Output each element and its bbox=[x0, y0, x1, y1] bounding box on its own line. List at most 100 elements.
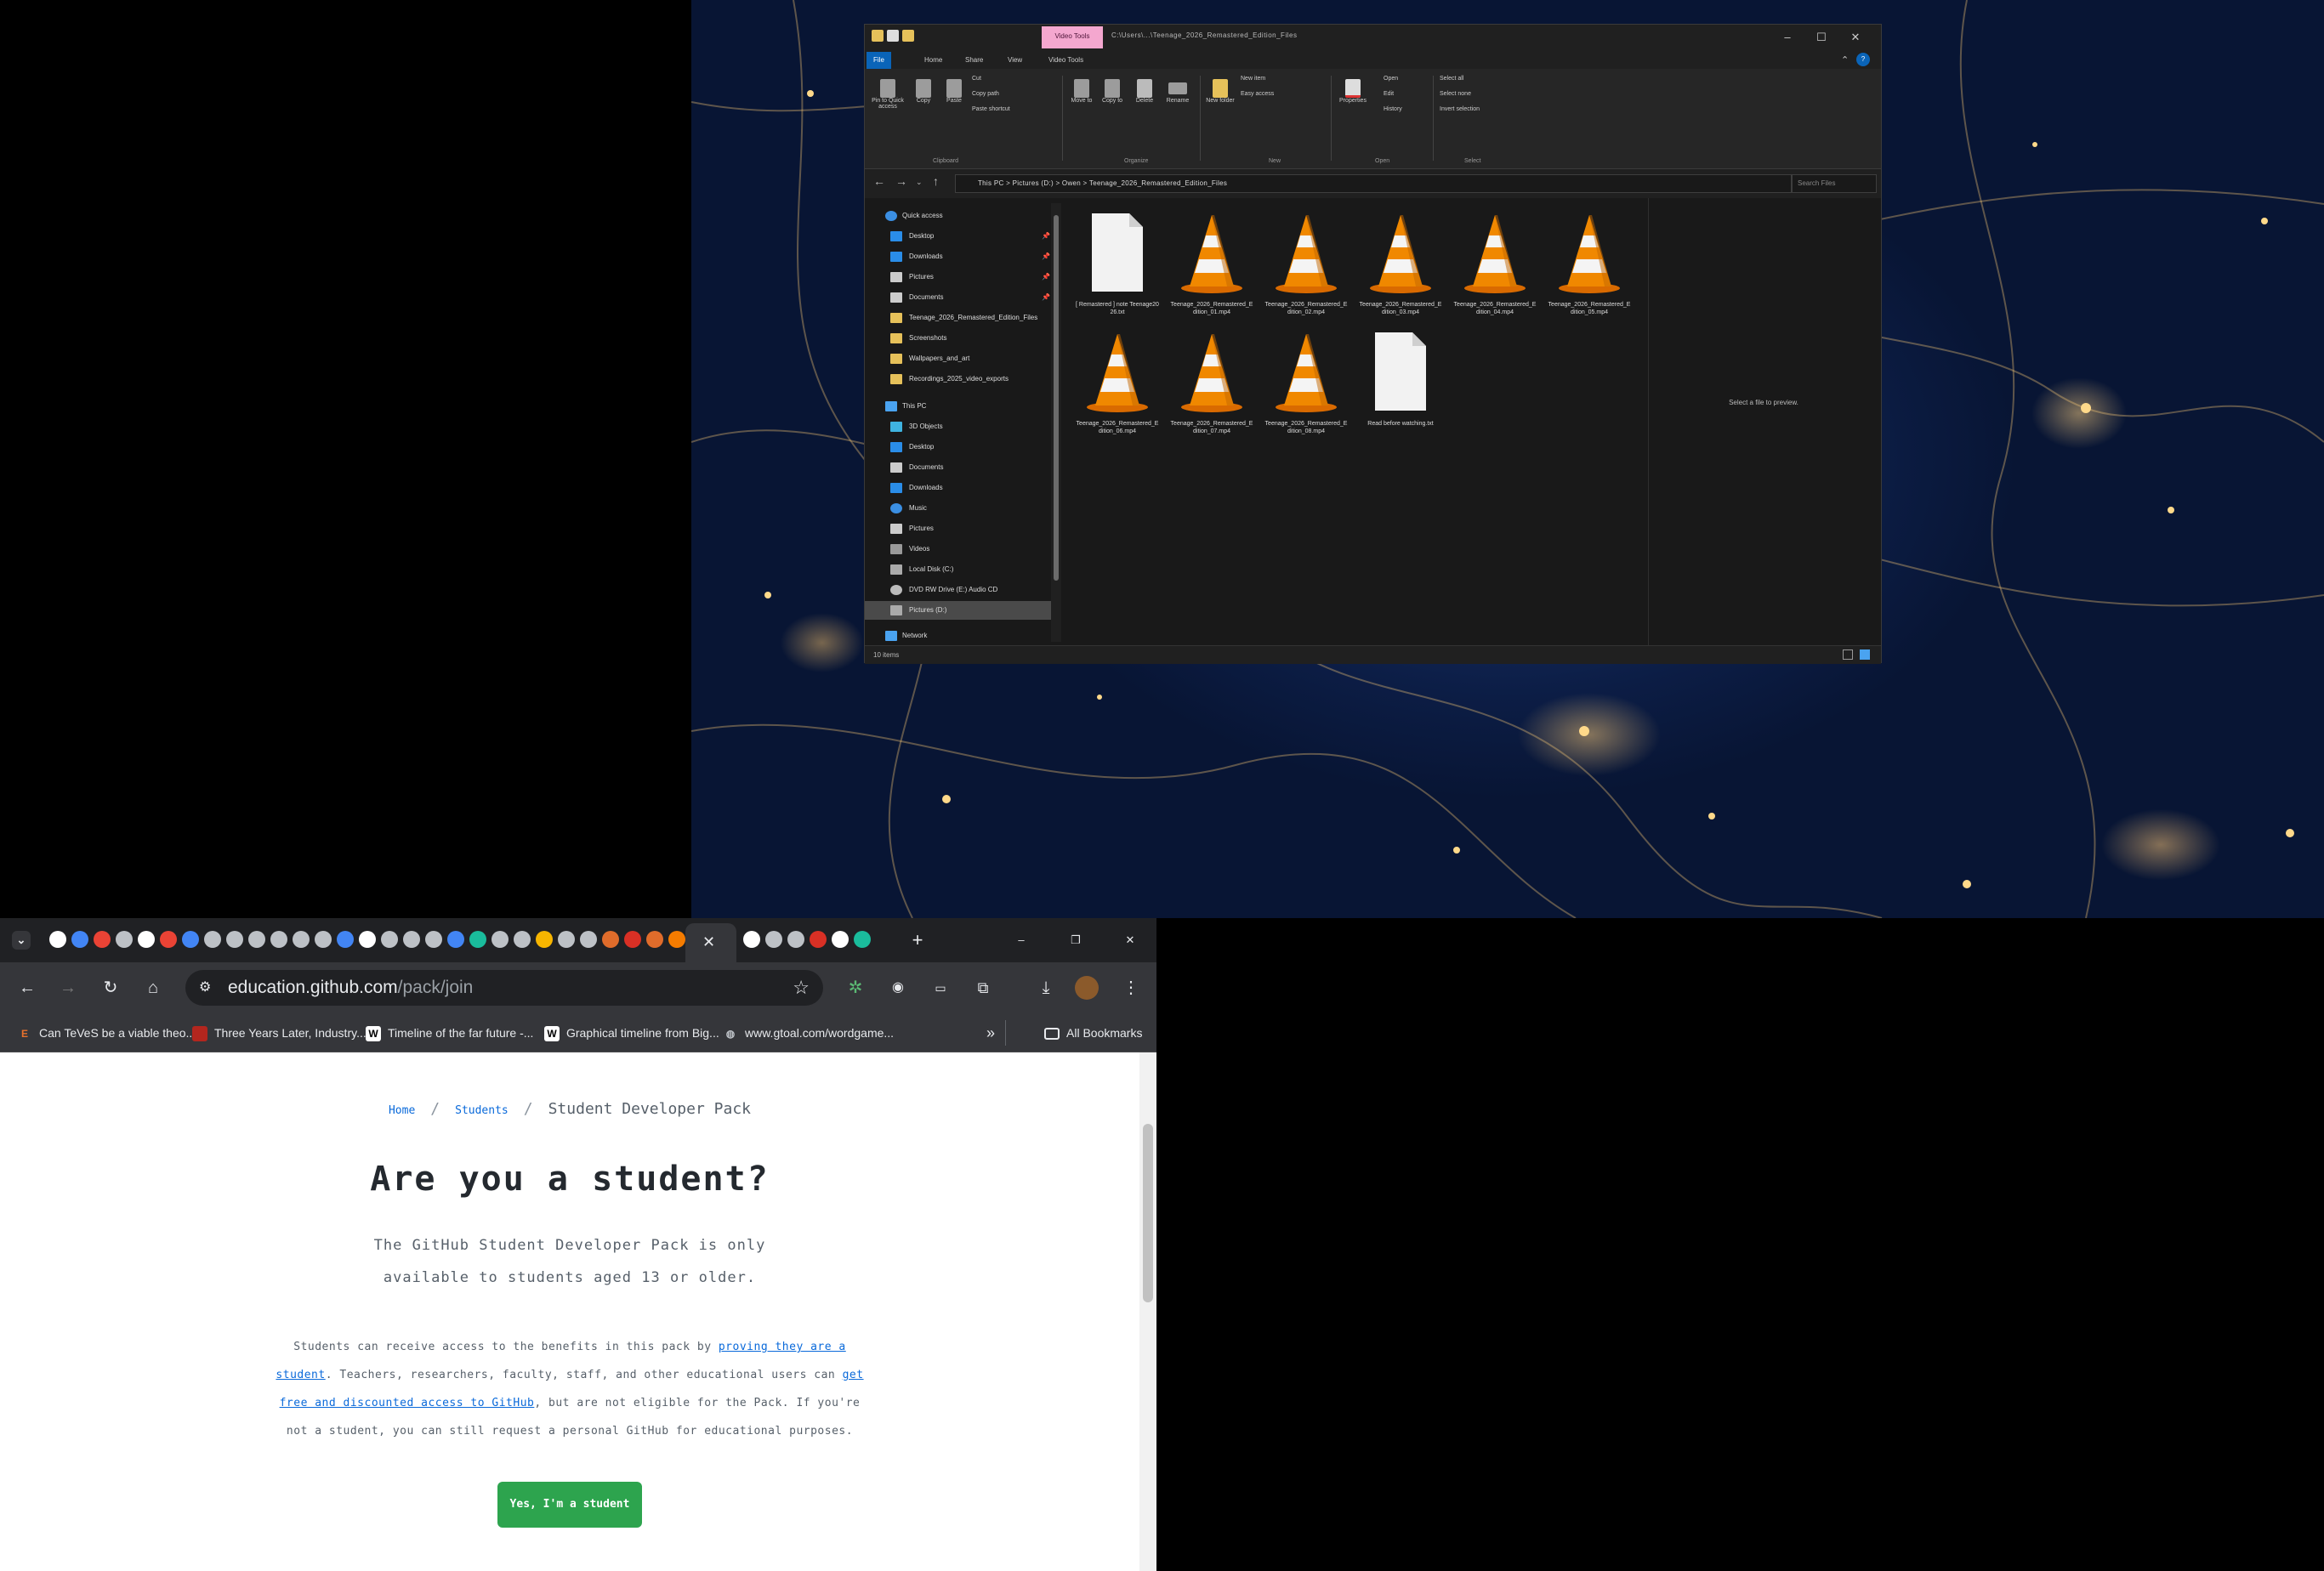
maximize-button[interactable]: ☐ bbox=[1804, 28, 1838, 47]
nav-pc-item[interactable]: DVD RW Drive (E:) Audio CD bbox=[865, 581, 1060, 599]
cut-button[interactable]: Cut bbox=[972, 76, 1031, 82]
tab-favicon-icon[interactable] bbox=[337, 931, 354, 948]
extension-icon[interactable]: ✲ bbox=[842, 974, 869, 1001]
tab-favicon-icon[interactable] bbox=[743, 931, 760, 948]
tab-favicon-icon[interactable] bbox=[580, 931, 597, 948]
move-to-button[interactable]: Move to bbox=[1067, 79, 1096, 104]
close-tab-icon[interactable]: ✕ bbox=[702, 933, 715, 951]
nav-pc-item[interactable]: Videos bbox=[865, 540, 1060, 559]
crumb-students[interactable]: Students bbox=[455, 1104, 509, 1117]
extensions-puzzle-icon[interactable]: ⧉ bbox=[969, 974, 997, 1001]
paste-shortcut-button[interactable]: Paste shortcut bbox=[972, 106, 1031, 112]
copy-to-button[interactable]: Copy to bbox=[1098, 79, 1127, 104]
nav-folder[interactable]: Wallpapers_and_art bbox=[865, 349, 1060, 368]
bookmark-item[interactable]: E Can TeVeS be a viable theo... bbox=[17, 1023, 196, 1043]
paste-button[interactable]: Paste bbox=[940, 79, 969, 104]
nav-scrollbar[interactable] bbox=[1051, 203, 1061, 642]
menu-icon[interactable]: ⋮ bbox=[1117, 974, 1145, 1001]
folder-icon[interactable] bbox=[872, 30, 884, 42]
forward-icon[interactable]: → bbox=[54, 974, 82, 1001]
home-icon[interactable]: ⌂ bbox=[139, 974, 167, 1001]
delete-button[interactable]: Delete bbox=[1130, 79, 1159, 104]
tab-favicon-icon[interactable] bbox=[765, 931, 782, 948]
history-button[interactable]: History bbox=[1384, 106, 1426, 112]
pin-button[interactable]: Pin to Quick access bbox=[870, 79, 906, 110]
site-info-icon[interactable]: ⚙ bbox=[199, 978, 211, 995]
tab-favicon-icon[interactable] bbox=[624, 931, 641, 948]
nav-pc-item[interactable]: 3D Objects bbox=[865, 417, 1060, 436]
tab-favicon-icon[interactable] bbox=[403, 931, 420, 948]
nav-pc-item[interactable]: Local Disk (C:) bbox=[865, 560, 1060, 579]
tab-search-icon[interactable]: ⌄ bbox=[12, 931, 31, 950]
up-arrow-icon[interactable]: ↑ bbox=[933, 174, 939, 188]
video-file-item[interactable]: Teenage_2026_Remastered_Edition_06.mp4 bbox=[1075, 329, 1160, 435]
tab-favicon-icon[interactable] bbox=[315, 931, 332, 948]
nav-folder[interactable]: Screenshots bbox=[865, 329, 1060, 348]
nav-folder[interactable]: Recordings_2025_video_exports bbox=[865, 370, 1060, 388]
tab-favicon-icon[interactable] bbox=[787, 931, 804, 948]
select-all-button[interactable]: Select all bbox=[1440, 76, 1516, 82]
new-item-button[interactable]: New item bbox=[1241, 76, 1300, 82]
tab-view[interactable]: View bbox=[1001, 52, 1029, 69]
bookmark-item[interactable]: Three Years Later, Industry... bbox=[192, 1023, 366, 1043]
cc-icon[interactable]: ▭ bbox=[927, 974, 954, 1001]
tab-favicon-icon[interactable] bbox=[270, 931, 287, 948]
invert-selection-button[interactable]: Invert selection bbox=[1440, 106, 1516, 112]
tab-favicon-icon[interactable] bbox=[810, 931, 827, 948]
nav-pc-item[interactable]: Documents bbox=[865, 458, 1060, 477]
tab-favicon-icon[interactable] bbox=[160, 931, 177, 948]
video-file-item[interactable]: Teenage_2026_Remastered_Edition_07.mp4 bbox=[1169, 329, 1254, 435]
tab-favicon-icon[interactable] bbox=[447, 931, 464, 948]
context-tab-video-tools[interactable]: Video Tools bbox=[1042, 26, 1103, 48]
minimize-button[interactable]: – bbox=[1770, 28, 1804, 47]
chevron-up-icon[interactable]: ⌃ bbox=[1834, 52, 1855, 69]
tab-favicon-icon[interactable] bbox=[293, 931, 310, 948]
more-bookmarks-icon[interactable]: » bbox=[986, 1023, 995, 1043]
back-icon[interactable]: ← bbox=[14, 974, 41, 1001]
yes-student-button[interactable]: Yes, I'm a student bbox=[497, 1482, 642, 1528]
search-input[interactable]: Search Files bbox=[1792, 174, 1877, 193]
select-none-button[interactable]: Select none bbox=[1440, 91, 1516, 97]
tab-favicon-icon[interactable] bbox=[248, 931, 265, 948]
camera-icon[interactable]: ◉ bbox=[884, 974, 912, 1001]
tab-favicon-icon[interactable] bbox=[204, 931, 221, 948]
tab-favicon-icon[interactable] bbox=[832, 931, 849, 948]
tab-favicon-icon[interactable] bbox=[359, 931, 376, 948]
tab-active[interactable]: ✕ bbox=[685, 923, 736, 962]
rename-button[interactable]: Rename bbox=[1161, 79, 1195, 104]
nav-documents[interactable]: Documents 📌 bbox=[865, 288, 1060, 307]
text-file-item[interactable]: Read before watching.txt bbox=[1358, 329, 1443, 428]
tab-favicon-icon[interactable] bbox=[49, 931, 66, 948]
tab-file[interactable]: File bbox=[867, 52, 891, 69]
tab-favicon-icon[interactable] bbox=[646, 931, 663, 948]
tab-favicon-icon[interactable] bbox=[138, 931, 155, 948]
nav-pc-item[interactable]: Downloads bbox=[865, 479, 1060, 497]
restore-icon[interactable]: ❐ bbox=[1066, 931, 1085, 950]
recent-chevron-icon[interactable]: ⌄ bbox=[916, 178, 923, 187]
tab-video-tools[interactable]: Video Tools bbox=[1042, 52, 1090, 69]
video-file-item[interactable]: Teenage_2026_Remastered_Edition_08.mp4 bbox=[1264, 329, 1349, 435]
minimize-icon[interactable]: – bbox=[1012, 931, 1031, 950]
back-arrow-icon[interactable]: ← bbox=[873, 174, 885, 188]
bookmark-item[interactable]: ◍ www.gtoal.com/wordgame... bbox=[723, 1023, 894, 1043]
tab-home[interactable]: Home bbox=[918, 52, 949, 69]
all-bookmarks-folder[interactable]: All Bookmarks bbox=[1044, 1023, 1142, 1043]
video-file-item[interactable]: Teenage_2026_Remastered_Edition_05.mp4 bbox=[1547, 210, 1632, 316]
close-window-icon[interactable]: ✕ bbox=[1121, 931, 1139, 950]
crumb-home[interactable]: Home bbox=[389, 1104, 415, 1117]
page-scrollbar[interactable] bbox=[1139, 1052, 1156, 1571]
tab-favicon-icon[interactable] bbox=[425, 931, 442, 948]
tab-favicon-icon[interactable] bbox=[514, 931, 531, 948]
video-file-item[interactable]: Teenage_2026_Remastered_Edition_01.mp4 bbox=[1169, 210, 1254, 316]
tab-favicon-icon[interactable] bbox=[381, 931, 398, 948]
large-icons-view-icon[interactable] bbox=[1860, 649, 1870, 660]
profile-avatar[interactable] bbox=[1075, 976, 1099, 1000]
tab-favicon-icon[interactable] bbox=[469, 931, 486, 948]
address-input[interactable]: This PC > Pictures (D:) > Owen > Teenage… bbox=[955, 174, 1792, 193]
tab-favicon-icon[interactable] bbox=[536, 931, 553, 948]
open-button[interactable]: Open bbox=[1384, 76, 1426, 82]
nav-folder[interactable]: Teenage_2026_Remastered_Edition_Files bbox=[865, 309, 1060, 327]
nav-quick-access[interactable]: Quick access bbox=[865, 207, 1060, 225]
tab-favicon-icon[interactable] bbox=[182, 931, 199, 948]
tab-favicon-icon[interactable] bbox=[558, 931, 575, 948]
